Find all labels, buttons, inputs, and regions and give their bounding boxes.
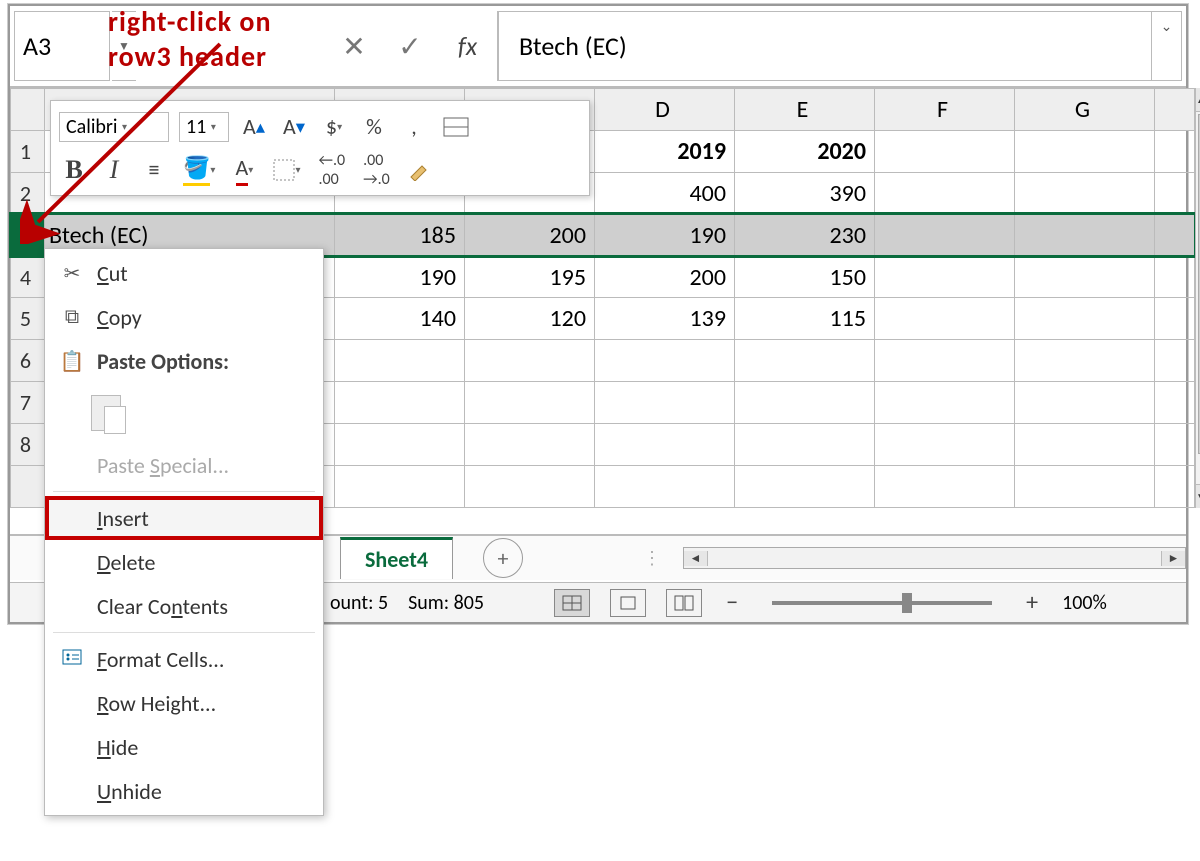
- scroll-down-icon[interactable]: ▼: [1196, 484, 1200, 508]
- accounting-format-icon[interactable]: $ ▾: [319, 109, 349, 145]
- col-header[interactable]: F: [875, 89, 1015, 131]
- font-name-dropdown[interactable]: Calibri ▾: [59, 112, 169, 142]
- bold-button[interactable]: B: [59, 152, 89, 188]
- scroll-left-icon[interactable]: ◄: [684, 551, 708, 566]
- name-box[interactable]: A3: [14, 11, 110, 81]
- tab-splitter[interactable]: ⋮: [643, 547, 663, 569]
- formula-cancel-icon[interactable]: ✕: [326, 11, 382, 81]
- decrease-font-icon[interactable]: A▾: [279, 109, 309, 145]
- row-header[interactable]: 7: [11, 382, 45, 424]
- ctx-format-cells[interactable]: Format Cells...: [45, 637, 323, 681]
- page-break-view-icon[interactable]: [666, 589, 702, 617]
- ctx-delete[interactable]: Delete: [45, 540, 323, 584]
- format-cells-icon: [57, 647, 87, 671]
- status-count: ount: 5: [330, 591, 388, 615]
- ctx-hide[interactable]: Hide: [45, 725, 323, 769]
- borders-icon[interactable]: ▾: [269, 152, 304, 188]
- align-icon[interactable]: ≡: [139, 152, 169, 188]
- zoom-slider[interactable]: [772, 601, 992, 605]
- merge-center-icon[interactable]: [439, 109, 473, 145]
- row-header[interactable]: 8: [11, 424, 45, 466]
- row-header[interactable]: 1: [11, 130, 45, 172]
- new-sheet-button[interactable]: +: [483, 538, 523, 578]
- copy-icon: ⧉: [57, 305, 87, 329]
- cut-icon: ✂: [57, 261, 87, 286]
- ctx-unhide[interactable]: Unhide: [45, 769, 323, 813]
- ctx-clear-contents[interactable]: Clear Contents: [45, 584, 323, 628]
- row-header[interactable]: [11, 466, 45, 508]
- fill-color-icon[interactable]: 🪣 ▾: [179, 152, 219, 188]
- formula-expand-icon[interactable]: ⌄: [1152, 11, 1182, 81]
- percent-format-icon[interactable]: %: [359, 109, 389, 145]
- formula-accept-icon[interactable]: ✓: [382, 11, 438, 81]
- ctx-row-height[interactable]: Row Height...: [45, 681, 323, 725]
- ctx-paste-options-header: 📋 Paste Options:: [45, 339, 323, 383]
- normal-view-icon[interactable]: [554, 589, 590, 617]
- col-header[interactable]: [1155, 89, 1195, 131]
- col-header[interactable]: D: [595, 89, 735, 131]
- scroll-up-icon[interactable]: ▲: [1196, 88, 1200, 112]
- ctx-separator: [53, 632, 315, 633]
- ctx-insert[interactable]: Insert: [45, 496, 323, 540]
- col-header[interactable]: G: [1015, 89, 1155, 131]
- formula-input[interactable]: Btech (EC): [498, 11, 1152, 81]
- zoom-in-button[interactable]: +: [1022, 588, 1042, 617]
- fx-label-icon[interactable]: fx: [438, 11, 498, 81]
- zoom-out-button[interactable]: −: [722, 588, 742, 617]
- increase-font-icon[interactable]: A▴: [239, 109, 269, 145]
- row-header[interactable]: 4: [11, 256, 45, 298]
- zoom-level: 100%: [1062, 591, 1107, 615]
- context-menu: ✂ Cut ⧉ Copy 📋 Paste Options: Paste Spec…: [44, 248, 324, 816]
- row-header[interactable]: 6: [11, 340, 45, 382]
- ctx-copy[interactable]: ⧉ Copy: [45, 295, 323, 339]
- paste-icon: 📋: [57, 349, 87, 374]
- row-header[interactable]: 3: [11, 214, 45, 256]
- status-sum: Sum: 805: [408, 591, 484, 615]
- ctx-paste-button[interactable]: [45, 383, 323, 443]
- increase-decimal-icon[interactable]: ←.0.00: [314, 152, 349, 188]
- col-header[interactable]: E: [735, 89, 875, 131]
- ctx-cut[interactable]: ✂ Cut: [45, 251, 323, 295]
- decrease-decimal-icon[interactable]: .00→.0: [359, 152, 394, 188]
- ctx-paste-special[interactable]: Paste Special...: [45, 443, 323, 487]
- comma-format-icon[interactable]: ,: [399, 109, 429, 145]
- mini-toolbar: Calibri ▾ 11 ▾ A▴ A▾ $ ▾ % , B I ≡ 🪣 ▾ A…: [50, 100, 590, 196]
- row-header[interactable]: 2: [11, 172, 45, 214]
- italic-button[interactable]: I: [99, 152, 129, 188]
- sheet-tab[interactable]: Sheet4: [340, 537, 453, 579]
- annotation-callout: right-click on row3 header: [108, 4, 272, 74]
- font-color-icon[interactable]: A ▾: [229, 152, 259, 188]
- select-all-corner[interactable]: [11, 89, 45, 131]
- paste-option-icon: [91, 395, 121, 431]
- vertical-scrollbar[interactable]: ▲ ▼: [1195, 88, 1200, 508]
- ctx-separator: [53, 491, 315, 492]
- row-header[interactable]: 5: [11, 298, 45, 340]
- format-painter-icon[interactable]: [404, 152, 434, 188]
- scroll-right-icon[interactable]: ►: [1161, 551, 1185, 566]
- page-layout-view-icon[interactable]: [610, 589, 646, 617]
- horizontal-scrollbar[interactable]: ◄ ►: [683, 547, 1186, 569]
- font-size-dropdown[interactable]: 11 ▾: [179, 112, 229, 142]
